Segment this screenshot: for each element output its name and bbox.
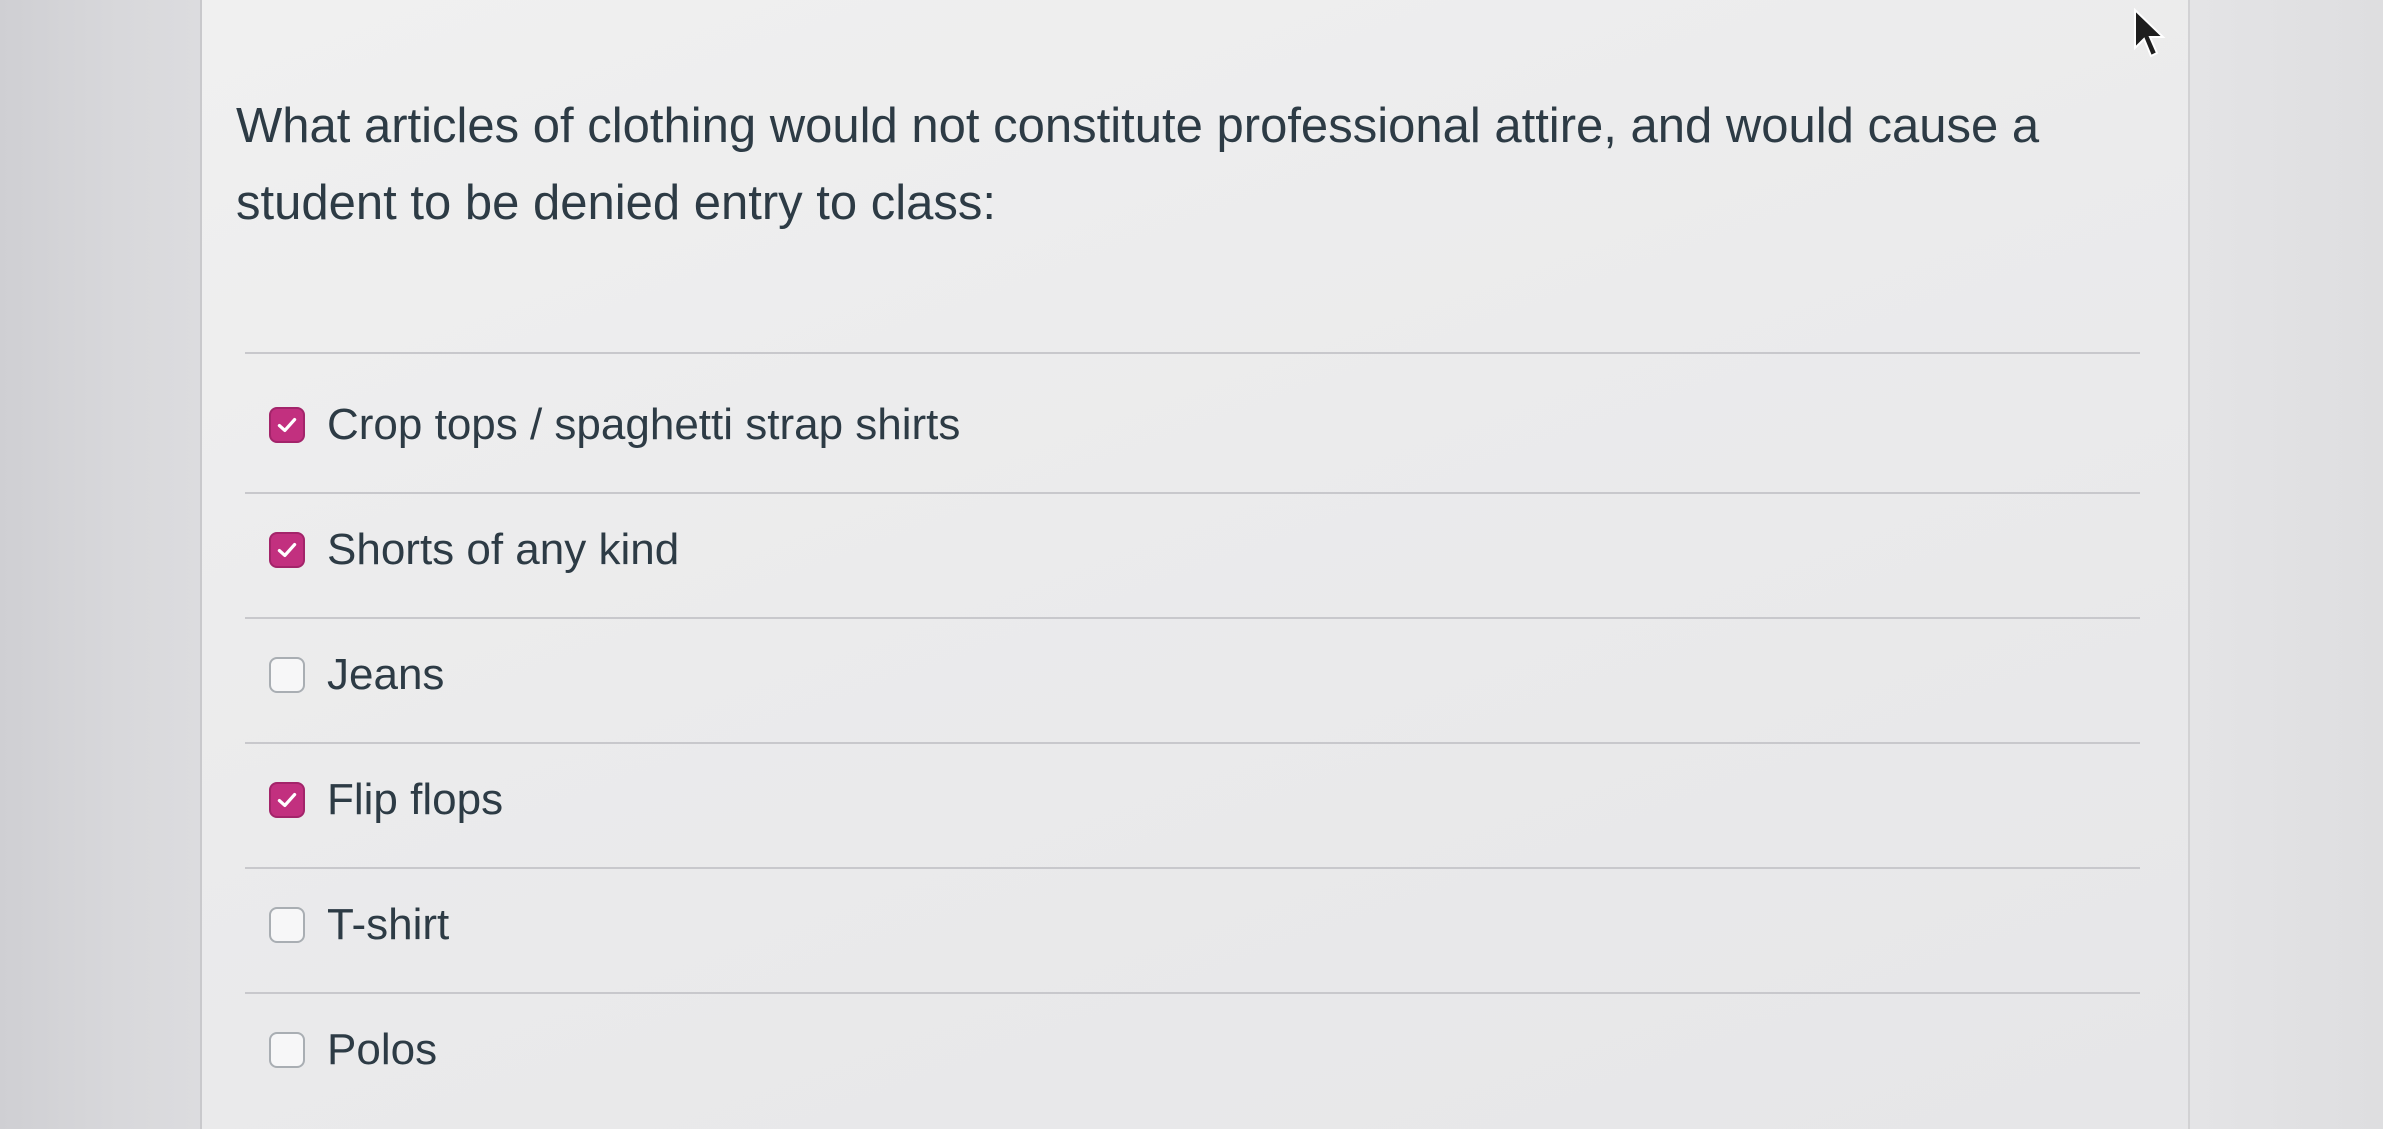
divider (245, 352, 2140, 354)
checkmark-icon (277, 792, 297, 808)
option-label: T-shirt (327, 900, 450, 949)
divider (245, 492, 2140, 494)
checkbox-checked[interactable] (269, 407, 305, 443)
checkbox-checked[interactable] (269, 532, 305, 568)
divider (245, 867, 2140, 869)
mouse-pointer-icon (2134, 8, 2166, 58)
option-jeans[interactable]: Jeans (269, 640, 444, 710)
divider (245, 617, 2140, 619)
option-label: Polos (327, 1025, 438, 1074)
left-gutter (0, 0, 200, 1129)
checkbox-unchecked[interactable] (269, 907, 305, 943)
option-crop-tops[interactable]: Crop tops / spaghetti strap shirts (269, 390, 960, 460)
right-gutter (2190, 0, 2383, 1129)
option-flip-flops[interactable]: Flip flops (269, 765, 503, 835)
option-shorts[interactable]: Shorts of any kind (269, 515, 679, 585)
checkbox-unchecked[interactable] (269, 657, 305, 693)
divider (245, 742, 2140, 744)
option-label: Crop tops / spaghetti strap shirts (327, 400, 961, 449)
option-label: Shorts of any kind (327, 525, 680, 574)
question-text: What articles of clothing would not cons… (236, 99, 2040, 230)
checkmark-icon (277, 417, 297, 433)
option-t-shirt[interactable]: T-shirt (269, 890, 449, 960)
divider (245, 992, 2140, 994)
checkmark-icon (277, 542, 297, 558)
checkbox-checked[interactable] (269, 782, 305, 818)
option-label: Jeans (327, 650, 445, 699)
option-polos[interactable]: Polos (269, 1015, 437, 1085)
checkbox-unchecked[interactable] (269, 1032, 305, 1068)
option-label: Flip flops (327, 775, 504, 824)
